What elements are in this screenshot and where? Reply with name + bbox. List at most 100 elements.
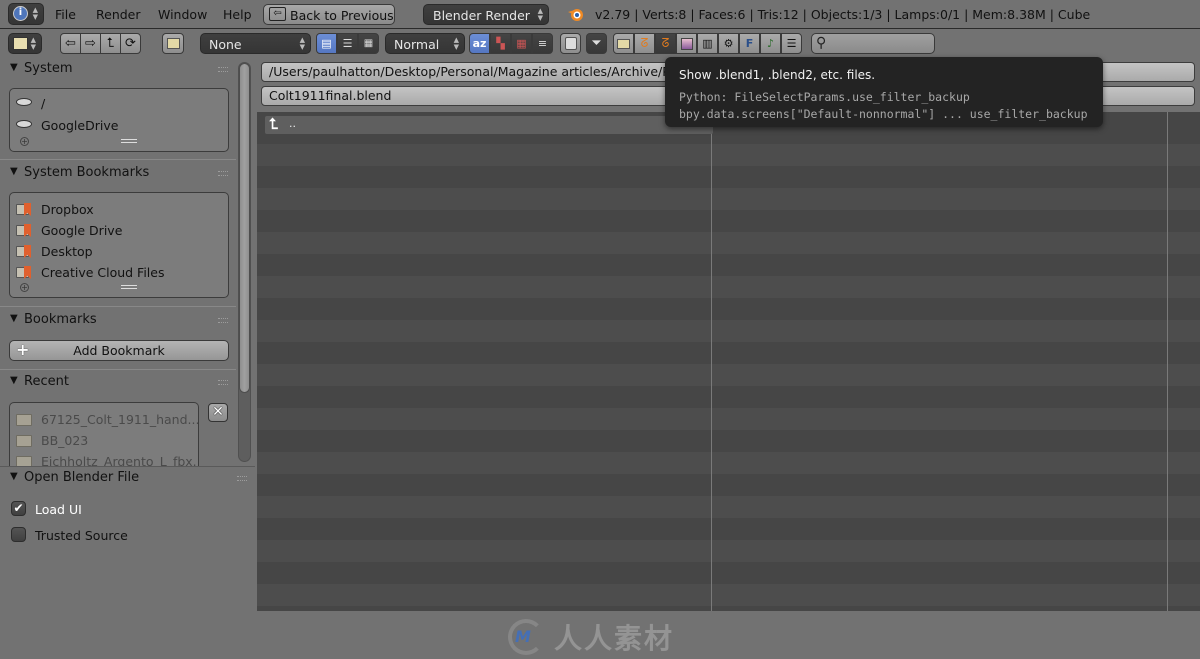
sort-extension-button[interactable]: ▚ [490,33,511,54]
panel-title: System Bookmarks [24,165,150,180]
recursion-select[interactable]: None ▲ ▼ [200,33,311,54]
clear-recent-button[interactable]: ✕ [208,403,228,422]
sort-time-button[interactable]: ▦ [511,33,532,54]
filter-folders-toggle[interactable] [613,33,634,54]
list-item[interactable]: Dropbox [16,199,94,219]
new-folder-button[interactable] [162,33,184,54]
drag-grip-icon[interactable] [218,380,228,385]
collapse-triangle-icon: ▼ [10,166,18,177]
list-resize-grip[interactable] [121,139,137,143]
drag-grip-icon[interactable] [218,67,228,72]
thumbnail-size-select[interactable]: Normal ▲ ▼ [385,33,465,54]
hide-dot-files-toggle[interactable] [560,33,581,54]
row-stripe [257,540,1200,562]
filter-text-toggle[interactable]: ☰ [781,33,802,54]
menu-help[interactable]: Help [223,7,252,22]
search-filter-input[interactable]: ⚲ [811,33,935,54]
list-item[interactable]: Desktop [16,241,93,261]
back-to-previous-button[interactable]: ⇦ Back to Previous [263,4,395,25]
parent-entry-label: .. [289,117,296,130]
panel-header-system[interactable]: ▼ System [0,59,236,81]
add-bookmark-button[interactable]: + Add Bookmark [9,340,229,361]
panel-title: Bookmarks [24,312,97,327]
sort-size-icon: ≡ [537,37,548,50]
panel-header-bookmarks[interactable]: ▼ Bookmarks [0,310,236,332]
arrow-left-icon: ⇦ [65,36,76,51]
filter-movies-toggle[interactable]: ▥ [697,33,718,54]
list-item[interactable]: GoogleDrive [16,115,118,135]
filter-toggle[interactable]: ⏷ [586,33,607,54]
drag-grip-icon[interactable] [218,171,228,176]
panel-header-open-blender-file[interactable]: ▼ Open Blender File [0,468,255,490]
filter-scripts-toggle[interactable]: ⚙ [718,33,739,54]
menu-file[interactable]: File [55,7,76,22]
display-short-list-button[interactable]: ▤ [316,33,337,54]
sidebar-scrollbar[interactable] [238,62,251,462]
plus-icon: + [16,340,30,359]
menu-render[interactable]: Render [96,7,141,22]
parent-directory-entry[interactable]: ⮤ .. [265,115,713,134]
bookmark-folder-icon [16,265,34,279]
tooltip: Show .blend1, .blend2, etc. files. Pytho… [665,57,1103,127]
display-long-list-button[interactable]: ☰ [337,33,358,54]
recent-list: 67125_Colt_1911_hand... BB_023 Eichholtz… [9,402,199,468]
filter-sounds-toggle[interactable]: ♪ [760,33,781,54]
list-item[interactable]: / [16,93,45,113]
parent-dir-icon: ⮤ [269,115,278,133]
list-item[interactable]: 67125_Colt_1911_hand... [16,409,198,429]
editor-type-button[interactable]: ▲ ▼ [8,33,42,54]
bookmark-folder-icon [16,244,34,258]
display-thumbnails-button[interactable]: ▦ [358,33,379,54]
panel-header-system-bookmarks[interactable]: ▼ System Bookmarks [0,163,236,185]
drag-grip-icon[interactable] [218,318,228,323]
bookmark-folder-icon [16,202,34,216]
script-icon: ⚙ [723,37,734,50]
row-stripe [257,452,1200,474]
add-item-icon[interactable]: + [20,283,29,292]
list-item-label: Google Drive [41,222,123,238]
add-item-icon[interactable]: + [20,137,29,146]
updown-arrows-icon: ▲ ▼ [32,6,38,21]
filter-backup-toggle[interactable]: ᘔ [655,33,676,54]
load-ui-checkbox[interactable]: ✔ [11,501,26,516]
folder-icon [617,38,630,49]
filter-icon: ⏷ [591,36,602,51]
sort-alpha-button[interactable]: az [469,33,490,54]
panel-header-recent[interactable]: ▼ Recent [0,372,236,394]
render-engine-select[interactable]: Blender Render ▲ ▼ [423,4,549,25]
list-item[interactable]: Google Drive [16,220,122,240]
forward-button[interactable]: ⇨ [80,33,101,54]
parent-directory-button[interactable]: ⮤ [100,33,121,54]
drag-grip-icon[interactable] [237,476,247,481]
filter-images-toggle[interactable] [676,33,697,54]
trusted-source-label: Trusted Source [35,528,128,543]
hide-dot-files-icon [564,37,577,50]
row-stripe [257,232,1200,254]
info-header: i ▲ ▼ File Render Window Help ⇦ Back to P… [0,0,1200,29]
collapse-triangle-icon: ▼ [10,471,18,482]
filter-blend-toggle[interactable]: ᘔ [634,33,655,54]
panel-title: System [24,61,73,76]
row-stripe [257,364,1200,386]
trusted-source-checkbox[interactable] [11,527,26,542]
collapse-triangle-icon: ▼ [10,375,18,386]
sort-time-icon: ▦ [516,37,527,50]
list-item[interactable]: Creative Cloud Files [16,262,165,282]
back-button[interactable]: ⇦ [60,33,81,54]
filter-fonts-toggle[interactable]: F [739,33,760,54]
sort-alpha-icon: az [472,37,487,50]
panel-separator [0,306,236,307]
file-list[interactable]: ⮤ .. [257,112,1200,611]
list-item[interactable]: BB_023 [16,430,88,450]
sort-size-button[interactable]: ≡ [532,33,553,54]
menu-window[interactable]: Window [158,7,207,22]
editor-type-button[interactable]: i ▲ ▼ [8,3,44,25]
watermark-logo-icon: M [508,619,544,655]
scene-stats: v2.79 | Verts:8 | Faces:6 | Tris:12 | Ob… [595,7,1091,22]
list-resize-grip[interactable] [121,285,137,289]
scrollbar-thumb[interactable] [239,63,250,393]
render-engine-value: Blender Render [433,8,530,23]
info-icon: i [13,6,28,21]
list-item-label: Dropbox [41,201,94,217]
refresh-button[interactable]: ⟳ [120,33,141,54]
